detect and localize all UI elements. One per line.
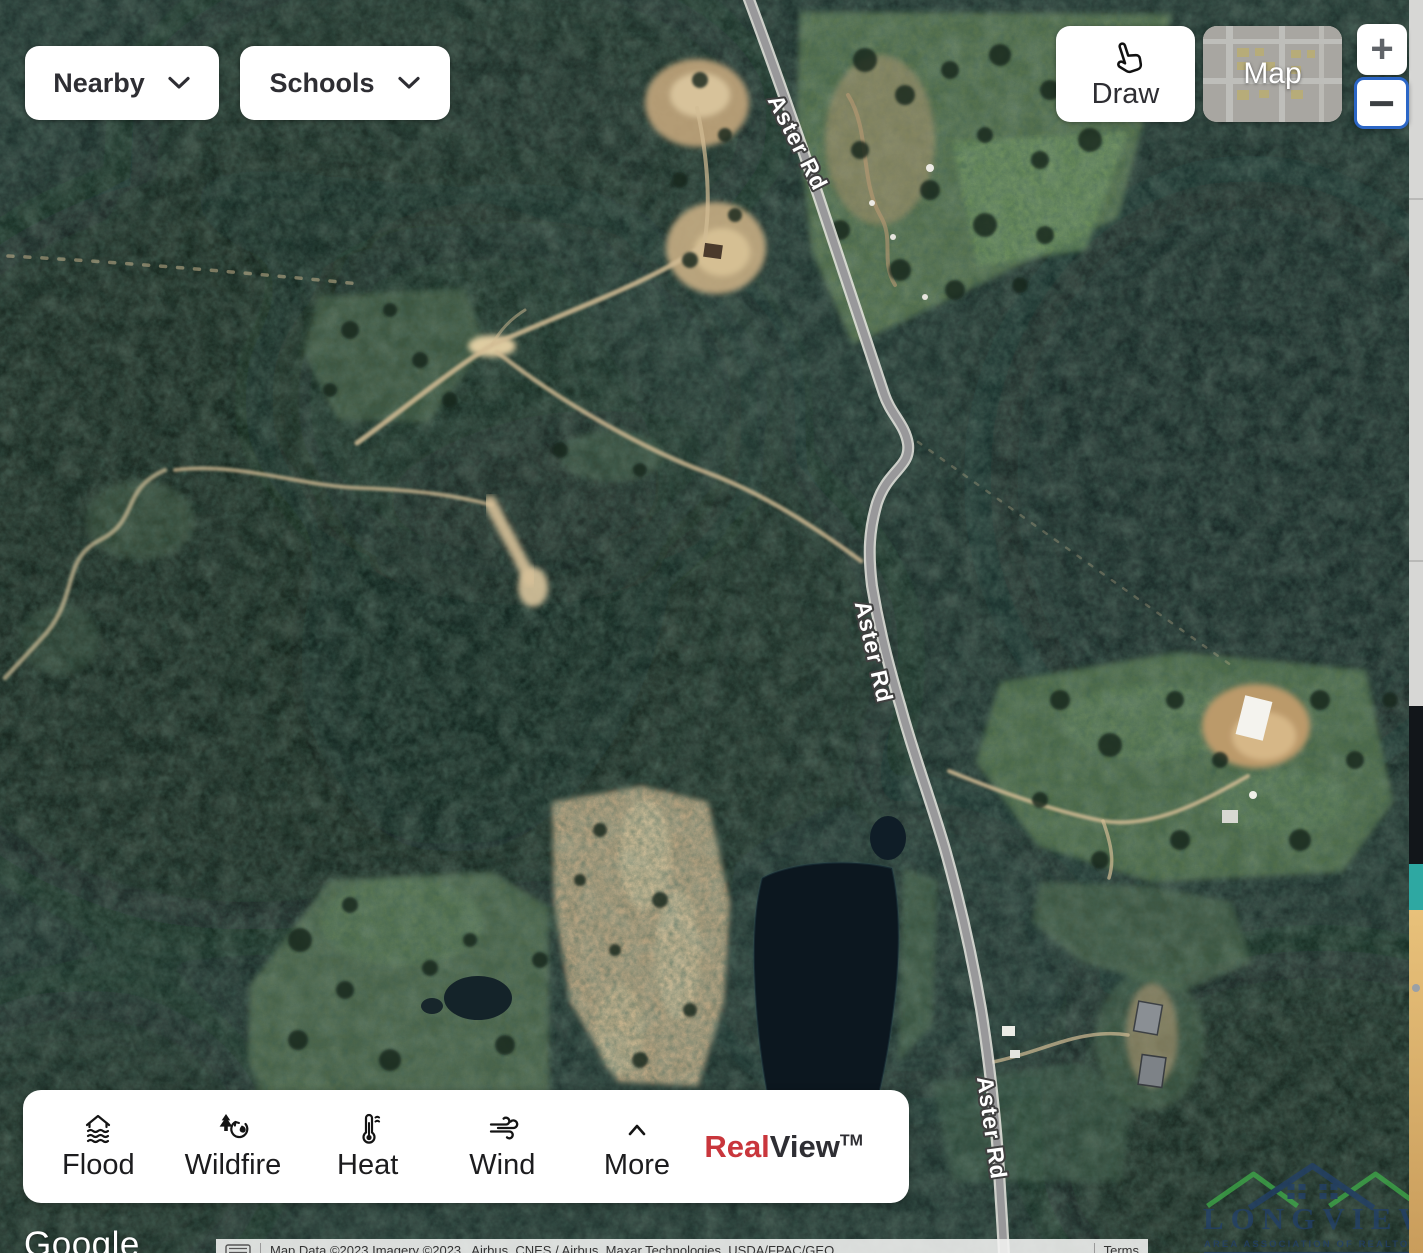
wildfire-layer-button[interactable]: Wildfire: [166, 1112, 301, 1182]
more-layers-button[interactable]: More: [570, 1112, 705, 1182]
heat-label: Heat: [337, 1149, 398, 1182]
edge-strip-mark: [1409, 198, 1423, 200]
zoom-out-button[interactable]: −: [1354, 77, 1409, 129]
more-label: More: [604, 1149, 670, 1182]
map-attribution-bar: Map Data ©2023 Imagery ©2023 , Airbus, C…: [216, 1239, 1148, 1253]
tree-fire-icon: [214, 1112, 252, 1146]
flood-label: Flood: [62, 1149, 135, 1182]
longview-title: LONGVIEW: [1203, 1201, 1423, 1237]
drag-hand-icon: [1108, 41, 1144, 77]
attribution-text: Map Data ©2023 Imagery ©2023 , Airbus, C…: [270, 1243, 834, 1253]
plus-icon: +: [1370, 27, 1393, 72]
minus-icon: −: [1368, 76, 1395, 130]
realview-brand-tm: TM: [840, 1132, 863, 1149]
longview-subtitle: AREA ASSOCIATION OF REALTORS: [1204, 1239, 1423, 1253]
realview-brand-view: View: [770, 1129, 840, 1164]
map-toggle-label: Map: [1243, 57, 1301, 91]
edge-strip-orange-segment: [1409, 910, 1423, 1253]
forest-grain: [0, 0, 1423, 1253]
attribution-divider: [260, 1243, 261, 1253]
nearby-label: Nearby: [53, 68, 145, 99]
longview-realtors-watermark: LONGVIEW AREA ASSOCIATION OF REALTORS: [1200, 1160, 1423, 1253]
edge-strip-mark: [1409, 560, 1423, 562]
edge-strip-dot: [1412, 984, 1420, 992]
schools-dropdown[interactable]: Schools: [240, 46, 450, 120]
chevron-down-icon: [167, 76, 191, 90]
satellite-map[interactable]: Aster Rd Aster Rd Aster Rd: [0, 0, 1423, 1253]
right-edge-panel-strip[interactable]: [1409, 0, 1423, 1253]
edge-strip-light-segment: [1409, 0, 1423, 706]
keyboard-icon[interactable]: [225, 1244, 251, 1253]
google-logo: Google: [24, 1225, 140, 1253]
zoom-in-button[interactable]: +: [1357, 24, 1407, 75]
flood-layer-button[interactable]: Flood: [31, 1112, 166, 1182]
chevron-down-icon: [397, 76, 421, 90]
attribution-divider: [1094, 1243, 1095, 1253]
heat-layer-button[interactable]: Heat: [300, 1112, 435, 1182]
wildfire-label: Wildfire: [185, 1149, 282, 1182]
edge-strip-dark-segment: [1409, 706, 1423, 864]
edge-strip-teal-segment: [1409, 864, 1423, 910]
layers-toolbar: Flood Wildfire Heat: [23, 1090, 909, 1203]
realview-brand: RealViewTM: [704, 1129, 863, 1165]
thermometer-icon: [349, 1112, 387, 1146]
realview-brand-real: Real: [704, 1129, 769, 1164]
wind-layer-button[interactable]: Wind: [435, 1112, 570, 1182]
flood-house-waves-icon: [79, 1112, 117, 1146]
wind-icon: [483, 1112, 521, 1146]
schools-label: Schools: [269, 68, 374, 99]
wind-label: Wind: [469, 1149, 535, 1182]
terms-link[interactable]: Terms: [1104, 1243, 1139, 1253]
nearby-dropdown[interactable]: Nearby: [25, 46, 219, 120]
draw-label: Draw: [1092, 78, 1160, 111]
draw-button[interactable]: Draw: [1056, 26, 1195, 122]
map-view-toggle[interactable]: Map: [1203, 26, 1342, 122]
chevron-up-icon: [618, 1112, 656, 1146]
screenshot-root: Aster Rd Aster Rd Aster Rd Nearby School…: [0, 0, 1423, 1253]
